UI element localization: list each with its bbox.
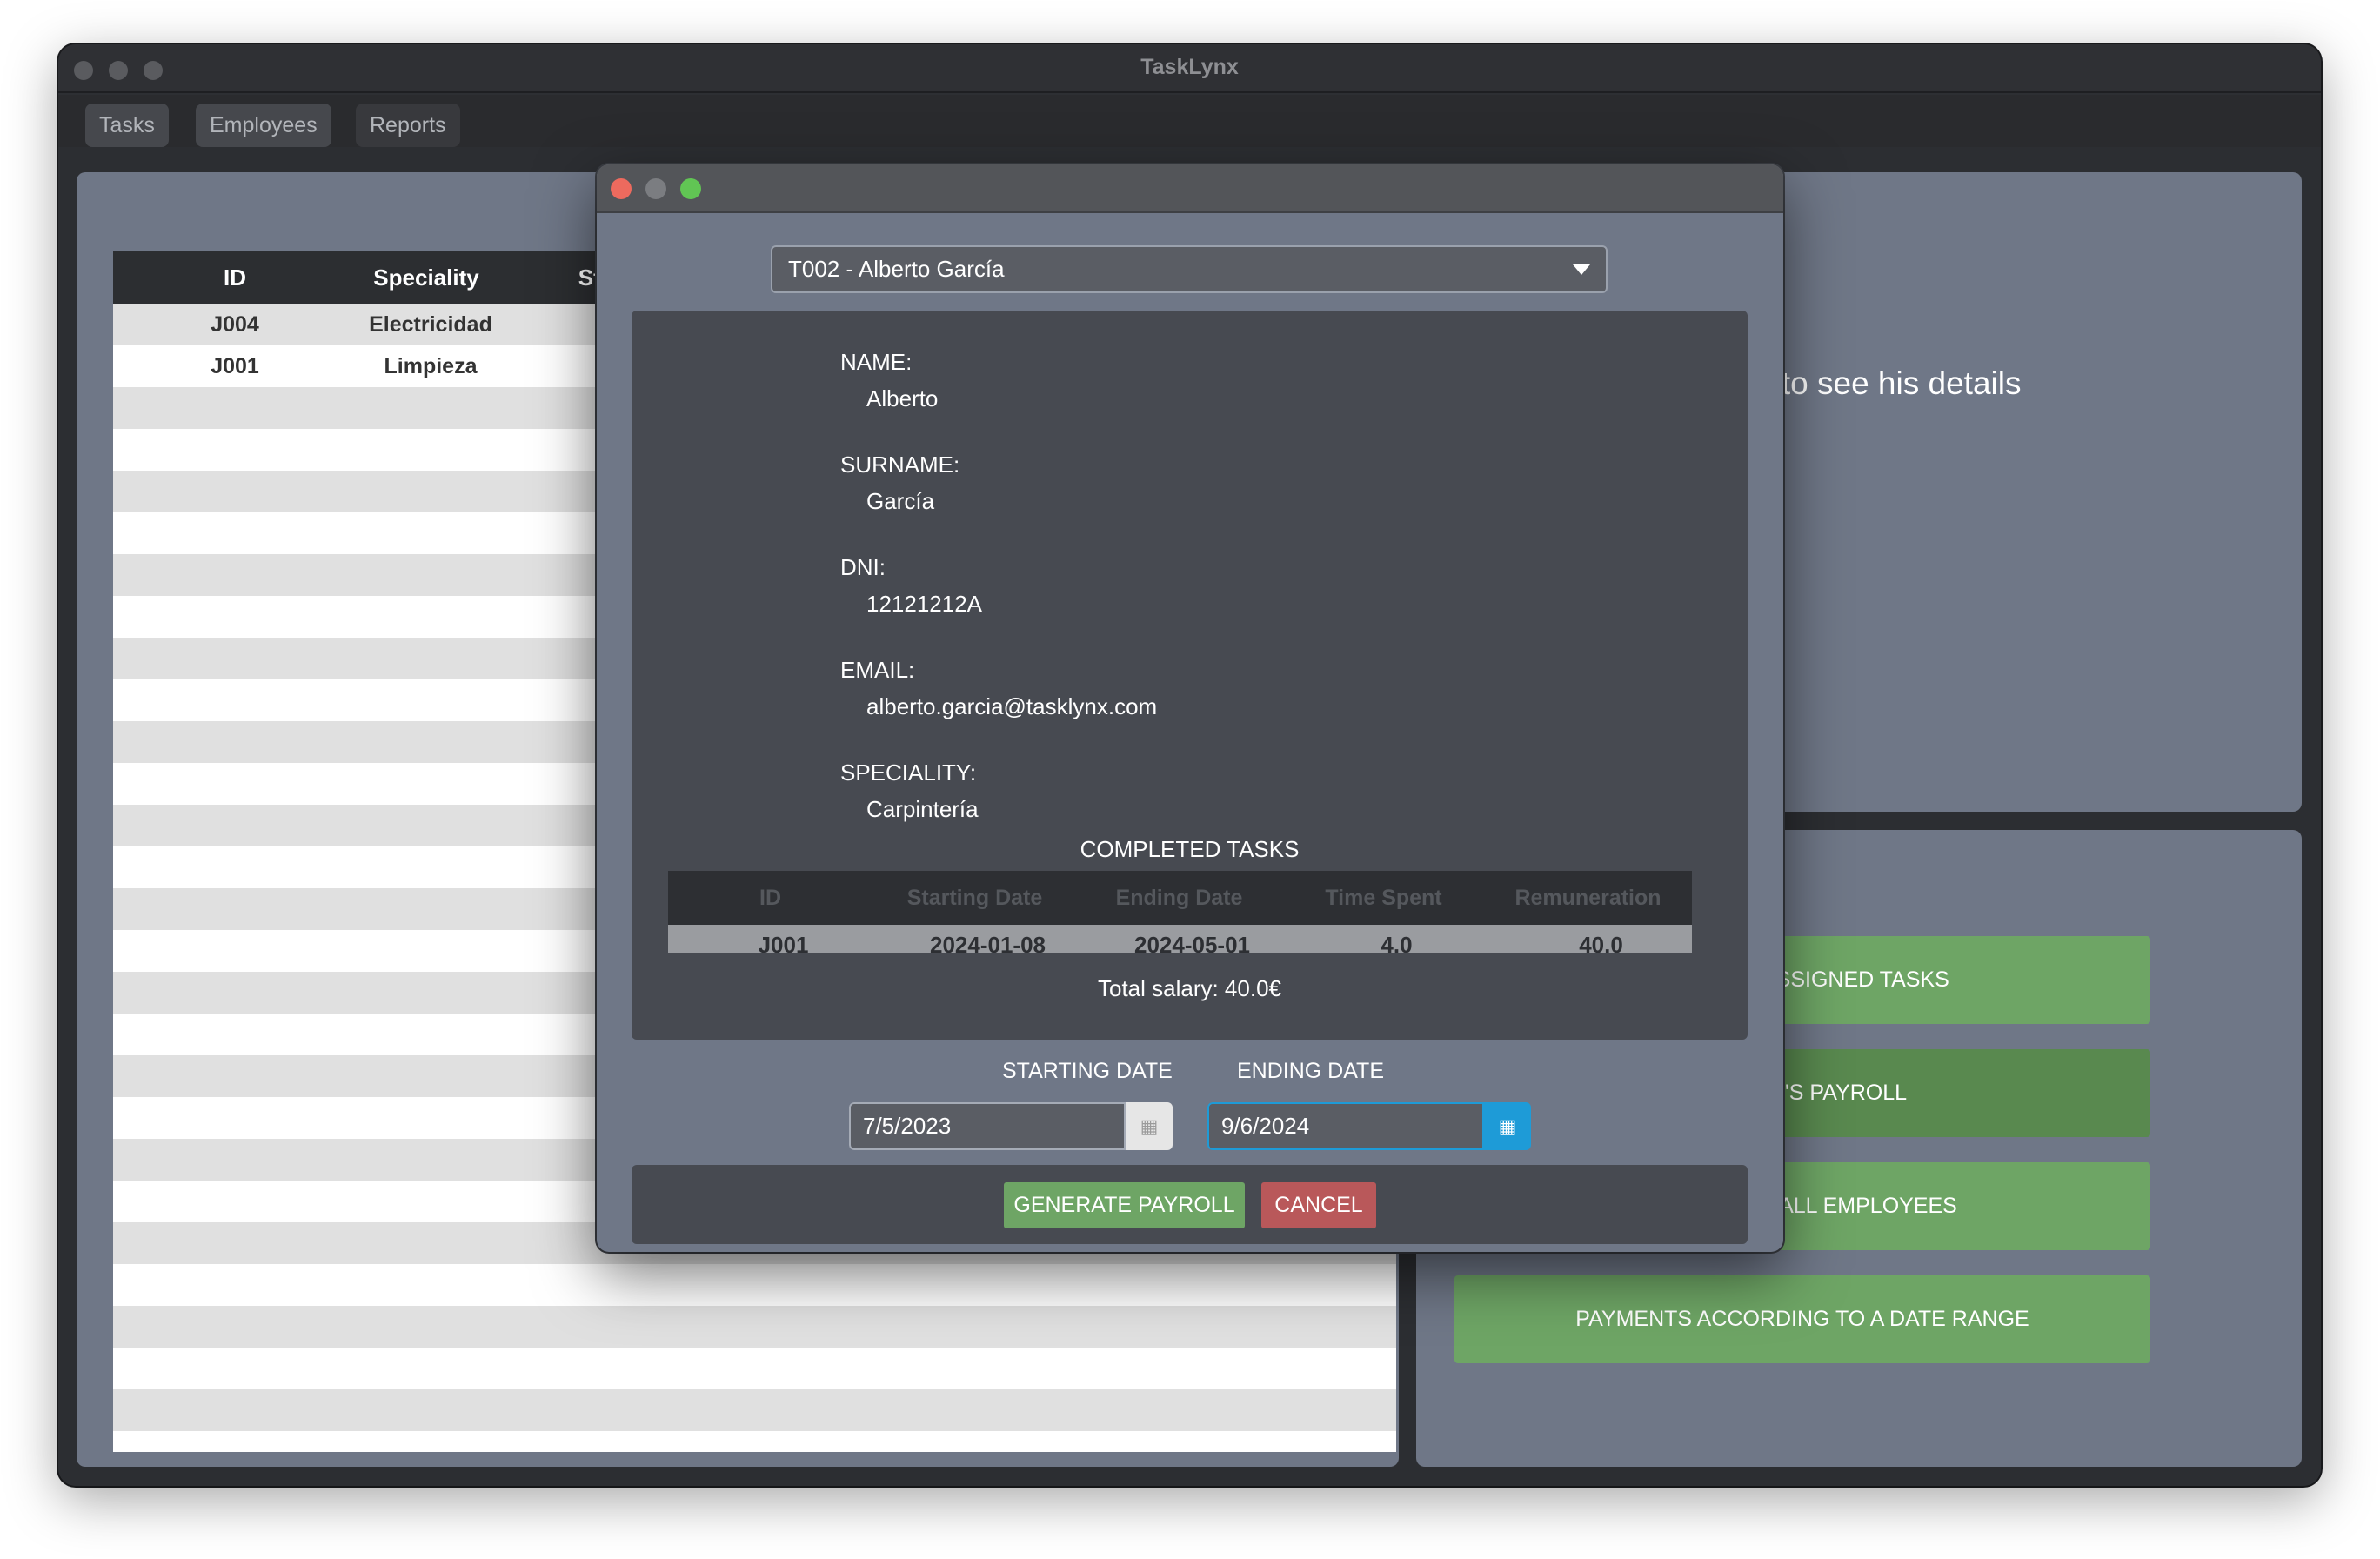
ct-header-ending-date[interactable]: Ending Date (1077, 871, 1281, 925)
dialog-minimize-icon[interactable] (645, 178, 666, 199)
generate-payroll-button[interactable]: GENERATE PAYROLL (1004, 1182, 1245, 1228)
ct-cell-start: 2024-01-08 (930, 932, 1046, 953)
calendar-icon[interactable]: ▦ (1484, 1102, 1531, 1150)
row-id: J001 (211, 354, 259, 378)
row-id: J004 (211, 312, 259, 337)
calendar-icon[interactable]: ▦ (1126, 1102, 1173, 1150)
ending-date-label: ENDING DATE (1237, 1059, 1384, 1083)
row-speciality: Limpieza (384, 354, 478, 378)
payroll-dialog: T002 - Alberto García NAME: Alberto SURN… (597, 164, 1783, 1252)
ct-header-starting-date[interactable]: Starting Date (872, 871, 1077, 925)
column-header-speciality[interactable]: Speciality (331, 251, 522, 304)
dni-value: 12121212A (866, 591, 983, 617)
email-label: EMAIL: (840, 657, 915, 683)
payments-date-range-button[interactable]: PAYMENTS ACCORDING TO A DATE RANGE (1454, 1275, 2150, 1363)
email-value: alberto.garcia@tasklynx.com (866, 693, 1158, 719)
dni-label: DNI: (840, 554, 886, 580)
ct-cell-end: 2024-05-01 (1134, 932, 1250, 953)
menu-bar: Tasks Employees Reports (58, 95, 2321, 147)
ct-cell-remuneration: 40.0 (1579, 932, 1623, 953)
menu-tasks[interactable]: Tasks (85, 104, 169, 147)
starting-date-label: STARTING DATE (1002, 1059, 1173, 1083)
dialog-button-bar: GENERATE PAYROLL CANCEL (632, 1165, 1748, 1244)
name-label: NAME: (840, 349, 913, 375)
column-header-id[interactable]: ID (148, 251, 322, 304)
window-title: TaskLynx (1140, 55, 1239, 79)
ct-header-id[interactable]: ID (668, 871, 872, 925)
menu-employees[interactable]: Employees (196, 104, 331, 147)
table-row[interactable]: J001 2024-01-08 2024-05-01 4.0 40.0 (668, 925, 1692, 953)
chevron-down-icon (1573, 264, 1590, 275)
speciality-value: Carpintería (866, 796, 979, 822)
employee-select-value: T002 - Alberto García (788, 256, 1005, 282)
speciality-label: SPECIALITY: (840, 759, 977, 786)
employee-select[interactable]: T002 - Alberto García (771, 245, 1608, 293)
surname-value: García (866, 488, 935, 514)
starting-date-input[interactable]: 7/5/2023 (849, 1102, 1126, 1150)
employee-details: NAME: Alberto SURNAME: García DNI: 12121… (632, 311, 1748, 1040)
ending-date-picker: 9/6/2024 ▦ (1207, 1102, 1531, 1150)
dialog-title-bar (597, 164, 1783, 213)
ct-cell-id: J001 (758, 932, 809, 953)
ct-header-remuneration[interactable]: Remuneration (1486, 871, 1690, 925)
menu-reports[interactable]: Reports (356, 104, 460, 147)
starting-date-picker: 7/5/2023 ▦ (849, 1102, 1173, 1150)
total-salary: Total salary: 40.0€ (1097, 975, 1281, 1001)
dialog-zoom-icon[interactable] (680, 178, 701, 199)
title-bar: TaskLynx (58, 44, 2321, 93)
surname-label: SURNAME: (840, 452, 960, 478)
dialog-close-icon[interactable] (611, 178, 632, 199)
completed-tasks-table[interactable]: ID Starting Date Ending Date Time Spent … (668, 871, 1692, 953)
ct-cell-time: 4.0 (1381, 932, 1413, 953)
ct-header-time-spent[interactable]: Time Spent (1281, 871, 1486, 925)
completed-tasks-header: ID Starting Date Ending Date Time Spent … (668, 871, 1692, 925)
row-speciality: Electricidad (369, 312, 492, 337)
cancel-button[interactable]: CANCEL (1261, 1182, 1376, 1228)
completed-tasks-title: COMPLETED TASKS (1080, 836, 1300, 862)
name-value: Alberto (866, 385, 939, 411)
ending-date-input[interactable]: 9/6/2024 (1207, 1102, 1484, 1150)
